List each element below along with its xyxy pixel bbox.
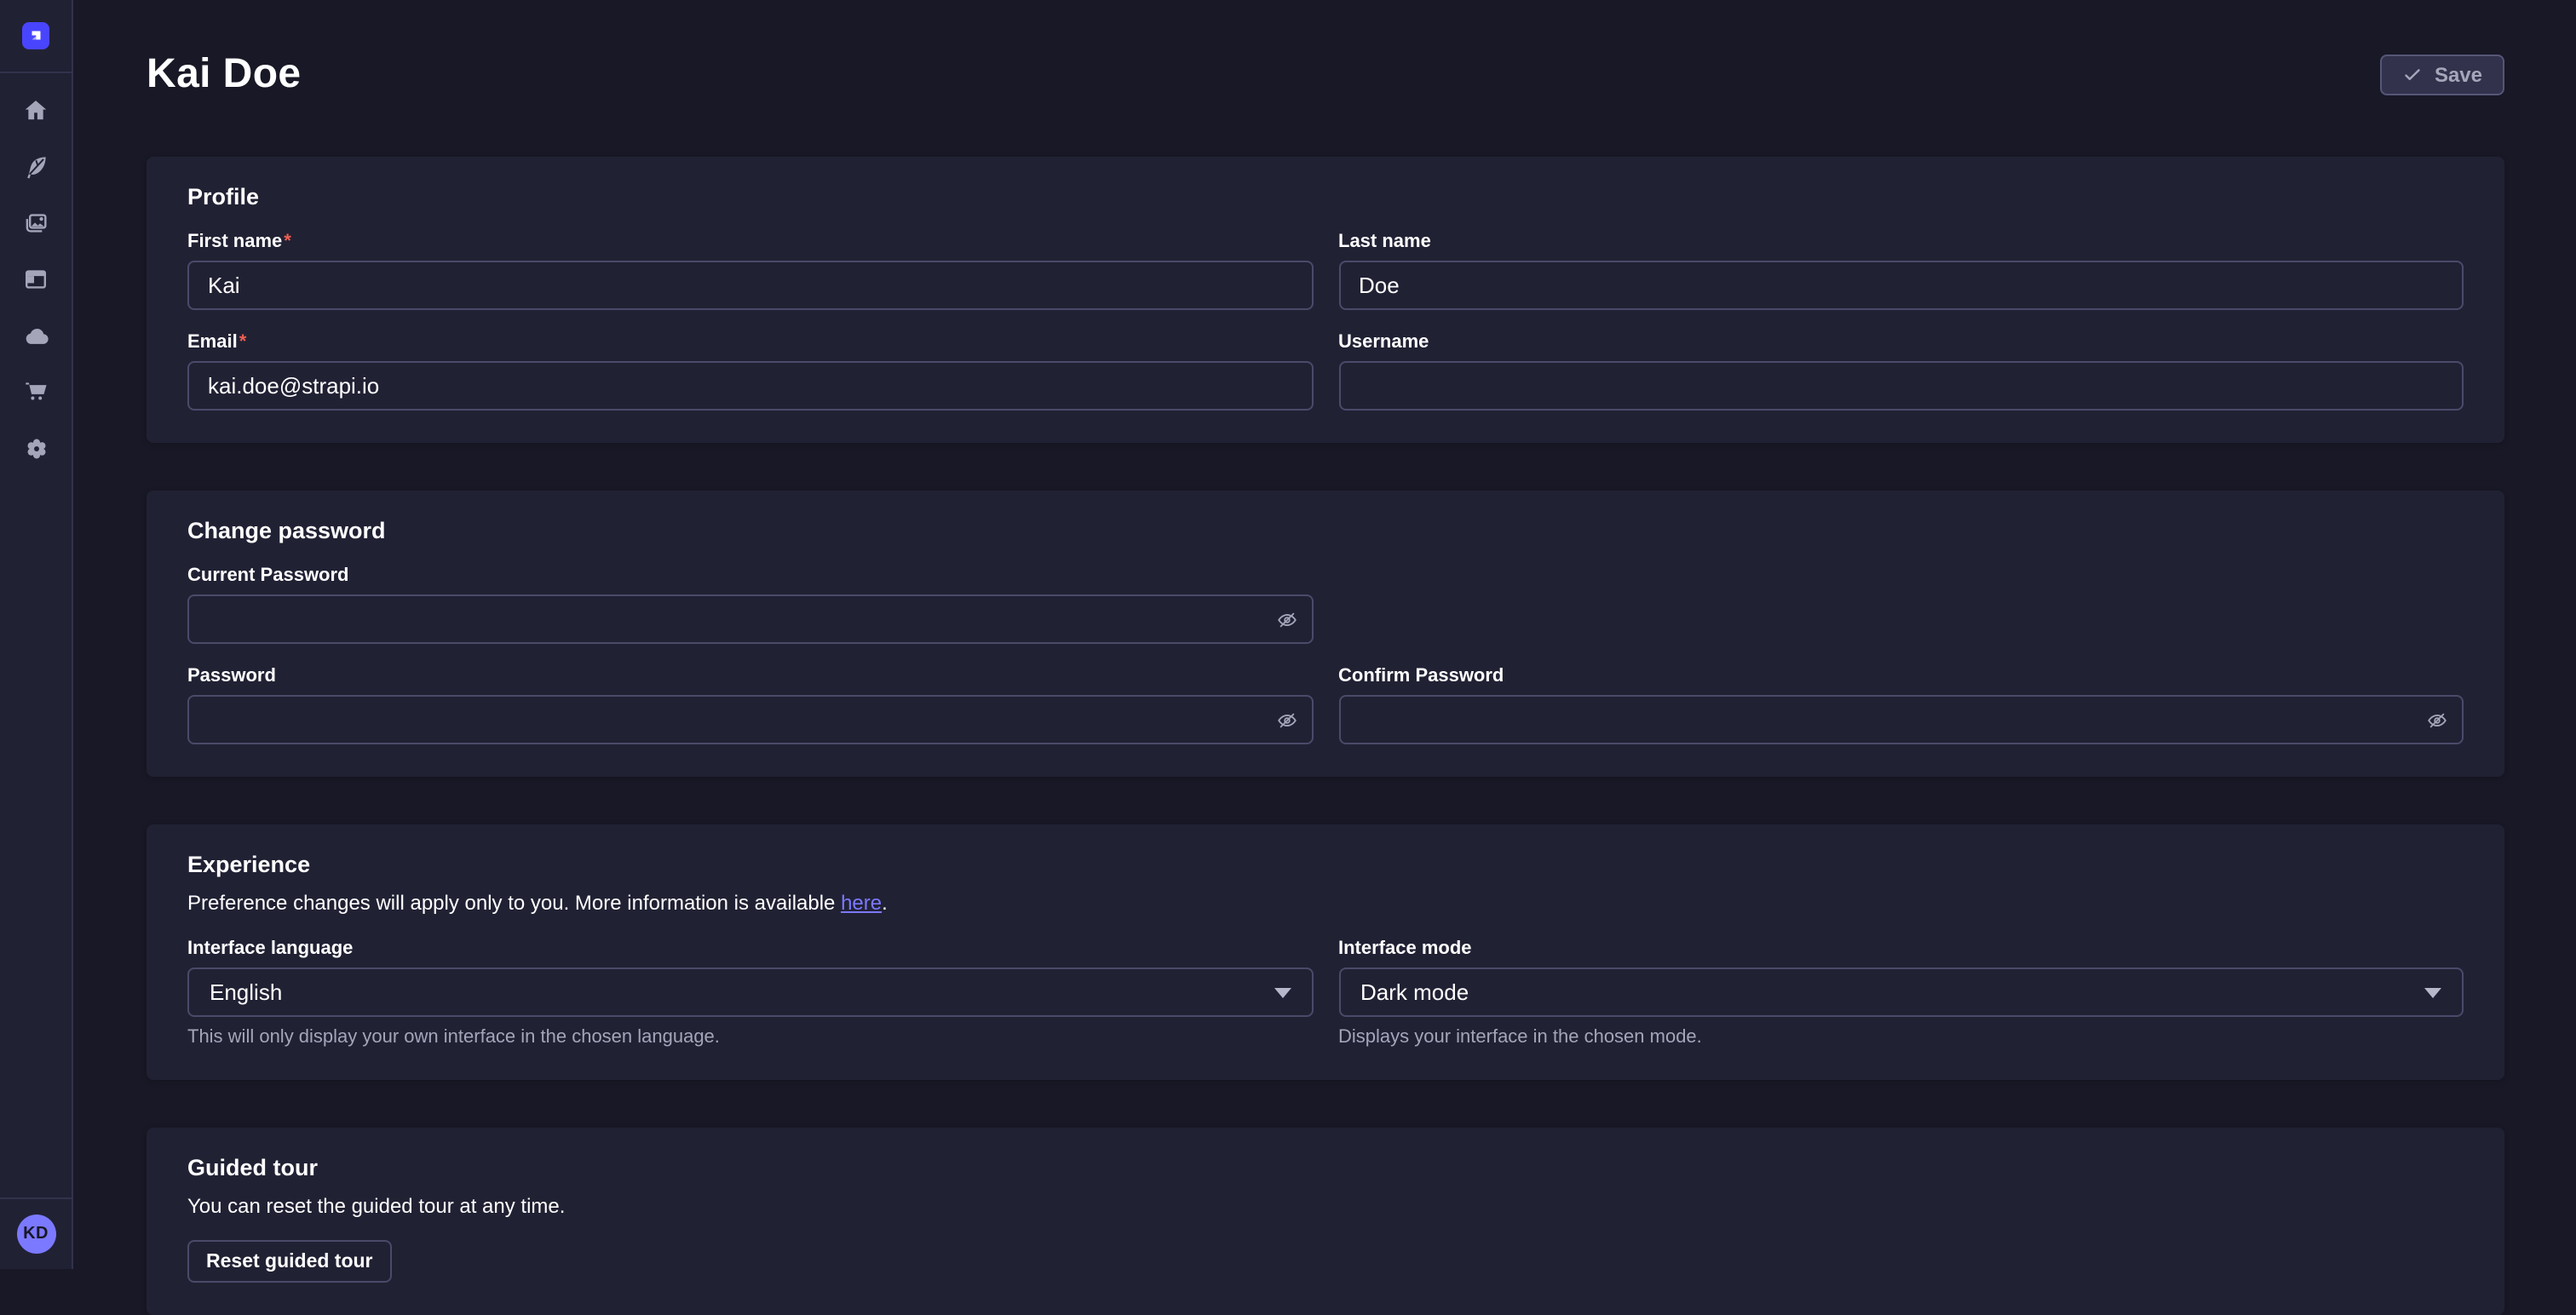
email-input[interactable] bbox=[187, 361, 1313, 411]
change-password-card: Change password Current Password bbox=[147, 491, 2504, 777]
password-fields-grid: Current Password bbox=[187, 566, 2464, 744]
here-link[interactable]: here bbox=[841, 891, 882, 915]
sidebar-item-content-type-builder[interactable] bbox=[14, 257, 58, 301]
first-name-input[interactable] bbox=[187, 261, 1313, 310]
save-button[interactable]: Save bbox=[2380, 55, 2504, 95]
last-name-label: Last name bbox=[1338, 232, 2464, 252]
confirm-password-label: Confirm Password bbox=[1338, 666, 2464, 686]
page-header: Kai Doe Save bbox=[147, 44, 2504, 106]
sidebar-item-home[interactable] bbox=[14, 89, 58, 133]
eye-off-icon bbox=[1275, 608, 1297, 630]
guided-tour-card-title: Guided tour bbox=[187, 1155, 2464, 1180]
username-label: Username bbox=[1338, 332, 2464, 353]
interface-language-value: English bbox=[210, 979, 282, 1005]
experience-description: Preference changes will apply only to yo… bbox=[187, 891, 2464, 915]
caret-down-icon bbox=[2424, 987, 2441, 997]
home-icon bbox=[22, 97, 49, 124]
user-avatar[interactable]: KD bbox=[16, 1215, 55, 1254]
username-input[interactable] bbox=[1338, 361, 2464, 411]
toggle-password-visibility-button[interactable] bbox=[1275, 608, 1297, 630]
caret-down-icon bbox=[1274, 987, 1291, 997]
profile-card: Profile First name * Last name bbox=[147, 157, 2504, 443]
first-name-field: First name * bbox=[187, 232, 1313, 310]
feather-icon bbox=[22, 153, 49, 181]
empty-grid-cell bbox=[1338, 566, 2464, 644]
layout-icon bbox=[22, 266, 49, 293]
sidebar-item-marketplace[interactable] bbox=[14, 370, 58, 414]
password-input[interactable] bbox=[187, 695, 1313, 744]
guided-tour-card: Guided tour You can reset the guided tou… bbox=[147, 1128, 2504, 1315]
check-icon bbox=[2402, 65, 2423, 85]
toggle-password-visibility-button[interactable] bbox=[2426, 709, 2448, 731]
page-title: Kai Doe bbox=[147, 51, 302, 99]
change-password-card-title: Change password bbox=[187, 518, 2464, 543]
required-asterisk: * bbox=[239, 332, 247, 353]
email-field: Email * bbox=[187, 332, 1313, 411]
interface-language-select[interactable]: English bbox=[187, 968, 1313, 1017]
current-password-field: Current Password bbox=[187, 566, 1313, 644]
gear-icon bbox=[21, 434, 50, 462]
profile-fields-grid: First name * Last name Email * bbox=[187, 232, 2464, 411]
cart-icon bbox=[22, 378, 49, 405]
last-name-field: Last name bbox=[1338, 232, 2464, 310]
profile-card-title: Profile bbox=[187, 184, 2464, 210]
interface-language-field: Interface language English This will onl… bbox=[187, 939, 1313, 1048]
interface-mode-label: Interface mode bbox=[1338, 939, 2464, 959]
reset-guided-tour-button[interactable]: Reset guided tour bbox=[187, 1240, 392, 1283]
interface-mode-field: Interface mode Dark mode Displays your i… bbox=[1338, 939, 2464, 1048]
confirm-password-input[interactable] bbox=[1338, 695, 2464, 744]
toggle-password-visibility-button[interactable] bbox=[1275, 709, 1297, 731]
sidebar-footer: KD bbox=[0, 1197, 72, 1269]
interface-mode-select[interactable]: Dark mode bbox=[1338, 968, 2464, 1017]
save-button-label: Save bbox=[2435, 63, 2482, 87]
interface-mode-value: Dark mode bbox=[1360, 979, 1469, 1005]
password-label: Password bbox=[187, 666, 1313, 686]
experience-card-title: Experience bbox=[187, 852, 2464, 877]
email-label: Email * bbox=[187, 332, 1313, 353]
strapi-logo-button[interactable] bbox=[22, 22, 49, 49]
confirm-password-field: Confirm Password bbox=[1338, 666, 2464, 744]
interface-language-hint: This will only display your own interfac… bbox=[187, 1027, 1313, 1048]
sidebar-item-content-manager[interactable] bbox=[14, 145, 58, 189]
sidebar-nav bbox=[14, 73, 58, 470]
current-password-label: Current Password bbox=[187, 566, 1313, 586]
interface-language-label: Interface language bbox=[187, 939, 1313, 959]
eye-off-icon bbox=[2426, 709, 2448, 731]
first-name-label: First name * bbox=[187, 232, 1313, 252]
images-icon bbox=[22, 210, 49, 237]
main-content: Kai Doe Save Profile First name * bbox=[73, 0, 2576, 1269]
guided-tour-description: You can reset the guided tour at any tim… bbox=[187, 1194, 2464, 1218]
sidebar: KD bbox=[0, 0, 73, 1269]
strapi-logo-icon bbox=[26, 26, 46, 46]
experience-fields-grid: Interface language English This will onl… bbox=[187, 939, 2464, 1048]
username-field: Username bbox=[1338, 332, 2464, 411]
eye-off-icon bbox=[1275, 709, 1297, 731]
last-name-input[interactable] bbox=[1338, 261, 2464, 310]
password-field: Password bbox=[187, 666, 1313, 744]
sidebar-item-cloud[interactable] bbox=[14, 313, 58, 358]
logo-area bbox=[0, 0, 72, 73]
strapi-admin-app: KD Kai Doe Save Profile First name * bbox=[0, 0, 2576, 1269]
experience-card: Experience Preference changes will apply… bbox=[147, 824, 2504, 1080]
sidebar-item-media-library[interactable] bbox=[14, 201, 58, 245]
required-asterisk: * bbox=[284, 232, 291, 252]
current-password-input[interactable] bbox=[187, 594, 1313, 644]
cloud-icon bbox=[21, 321, 50, 350]
sidebar-item-settings[interactable] bbox=[14, 426, 58, 470]
interface-mode-hint: Displays your interface in the chosen mo… bbox=[1338, 1027, 2464, 1048]
